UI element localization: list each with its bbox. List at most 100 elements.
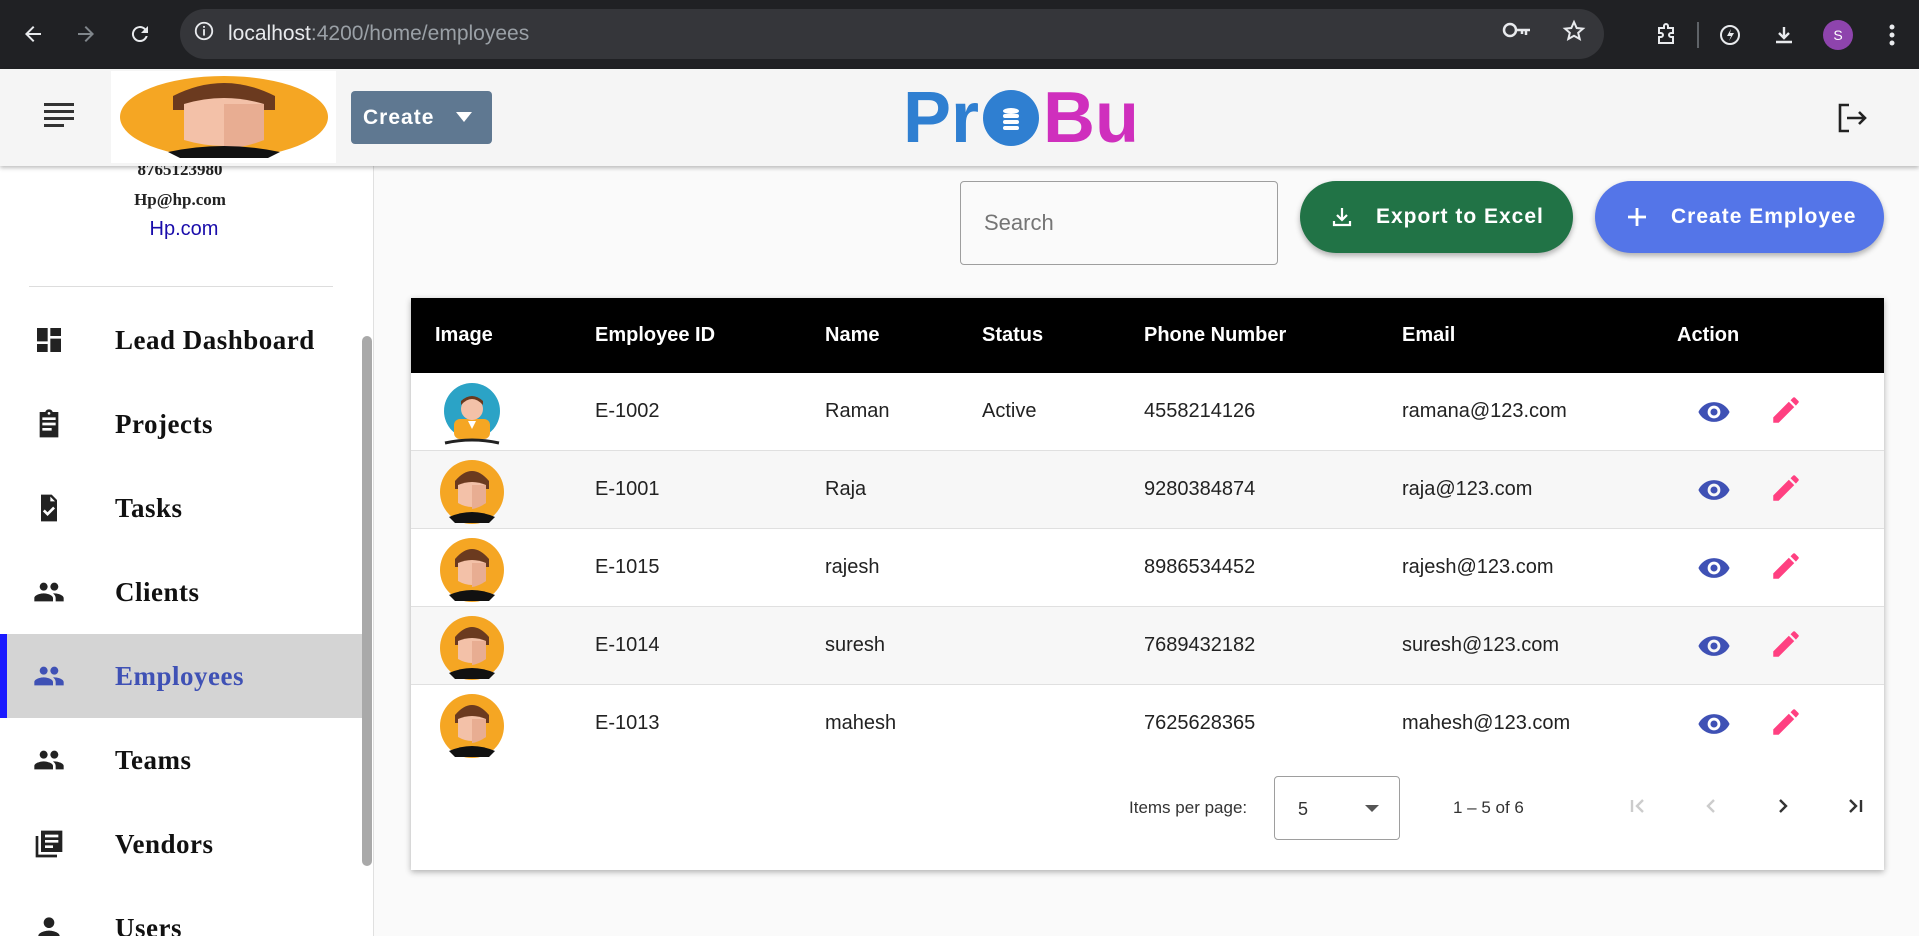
bookmark-star-icon[interactable] xyxy=(1562,19,1586,49)
employee-id: E-1013 xyxy=(595,712,660,734)
column-header-employee-id[interactable]: Employee ID xyxy=(595,324,715,347)
brand-logo: Pr Bu xyxy=(903,78,1139,158)
company-website-link[interactable]: Hp.com xyxy=(0,218,368,241)
view-eye-icon[interactable] xyxy=(1697,395,1731,429)
caret-down-icon xyxy=(1365,805,1379,812)
edit-pencil-icon[interactable] xyxy=(1769,471,1803,505)
sidebar-item-label: Vendors xyxy=(115,828,214,859)
next-page-icon[interactable] xyxy=(1763,786,1803,826)
employee-avatar xyxy=(437,459,507,525)
back-icon[interactable] xyxy=(6,7,60,61)
search-field[interactable] xyxy=(960,181,1278,265)
dashboard-icon xyxy=(33,324,65,356)
edit-pencil-icon[interactable] xyxy=(1769,549,1803,583)
table-header: Image Employee ID Name Status Phone Numb… xyxy=(411,298,1884,373)
sidebar-item-teams[interactable]: Teams xyxy=(0,718,362,802)
sidebar-item-users[interactable]: Users xyxy=(0,886,362,936)
sidebar-item-label: Lead Dashboard xyxy=(115,324,315,355)
view-eye-icon[interactable] xyxy=(1697,707,1731,741)
performance-icon[interactable] xyxy=(1703,8,1757,62)
edit-pencil-icon[interactable] xyxy=(1769,705,1803,739)
download-icon xyxy=(1330,205,1358,229)
column-header-name[interactable]: Name xyxy=(825,324,879,347)
menu-toggle-icon[interactable] xyxy=(44,103,74,133)
password-key-icon[interactable] xyxy=(1502,19,1532,49)
employee-avatar xyxy=(437,537,507,603)
extensions-icon[interactable] xyxy=(1639,8,1693,62)
items-per-page-select[interactable]: 5 xyxy=(1274,776,1400,840)
forward-icon[interactable] xyxy=(59,7,113,61)
more-options-icon[interactable] xyxy=(1865,8,1919,62)
sidebar-item-label: Users xyxy=(115,912,182,936)
sidebar-item-tasks[interactable]: Tasks xyxy=(0,466,362,550)
employee-avatar xyxy=(437,615,507,681)
sidebar-item-label: Employees xyxy=(115,660,244,691)
sidebar-scrollbar[interactable] xyxy=(362,336,372,866)
url-host: localhost xyxy=(228,22,311,45)
assignment-icon xyxy=(33,408,65,440)
export-button-label: Export to Excel xyxy=(1376,205,1544,228)
logout-icon[interactable] xyxy=(1835,101,1869,135)
column-header-action: Action xyxy=(1677,324,1740,346)
edit-pencil-icon[interactable] xyxy=(1769,393,1803,427)
browser-toolbar: localhost:4200/home/employees S xyxy=(0,0,1919,69)
employee-avatar xyxy=(437,381,507,447)
employee-email: rajesh@123.com xyxy=(1402,556,1554,578)
last-page-icon[interactable] xyxy=(1835,786,1875,826)
create-dropdown-button[interactable]: Create xyxy=(351,91,492,144)
view-eye-icon[interactable] xyxy=(1697,473,1731,507)
sidebar-item-label: Teams xyxy=(115,744,192,775)
employee-id: E-1014 xyxy=(595,634,660,656)
table-row: E-1015 rajesh 8986534452 rajesh@123.com xyxy=(411,529,1884,607)
sidebar-item-projects[interactable]: Projects xyxy=(0,382,362,466)
toolbar-separator xyxy=(1697,21,1699,48)
column-header-phone[interactable]: Phone Number xyxy=(1144,324,1286,347)
sidebar-item-label: Clients xyxy=(115,576,200,607)
column-header-status[interactable]: Status xyxy=(982,324,1043,347)
column-header-email[interactable]: Email xyxy=(1402,324,1455,347)
items-per-page-value: 5 xyxy=(1298,799,1309,819)
table-row: E-1013 mahesh 7625628365 mahesh@123.com xyxy=(411,685,1884,763)
people-icon xyxy=(33,744,65,776)
table-row: E-1001 Raja 9280384874 raja@123.com xyxy=(411,451,1884,529)
employee-id: E-1015 xyxy=(595,556,660,578)
sidebar-item-clients[interactable]: Clients xyxy=(0,550,362,634)
export-to-excel-button[interactable]: Export to Excel xyxy=(1300,181,1573,253)
address-bar[interactable]: localhost:4200/home/employees xyxy=(180,9,1604,59)
create-employee-button[interactable]: Create Employee xyxy=(1595,181,1884,253)
column-header-image[interactable]: Image xyxy=(435,324,493,347)
sidebar-item-lead-dashboard[interactable]: Lead Dashboard xyxy=(0,298,362,382)
page-range-label: 1 – 5 of 6 xyxy=(1453,798,1524,817)
view-eye-icon[interactable] xyxy=(1697,629,1731,663)
search-input[interactable] xyxy=(961,182,1277,264)
employee-phone: 8986534452 xyxy=(1144,556,1256,578)
edit-pencil-icon[interactable] xyxy=(1769,627,1803,661)
previous-page-icon[interactable] xyxy=(1691,786,1731,826)
profile-initial: S xyxy=(1823,19,1853,50)
reload-icon[interactable] xyxy=(113,7,167,61)
employee-name: Raja xyxy=(825,478,867,500)
coin-stack-icon xyxy=(983,90,1040,146)
employee-id: E-1001 xyxy=(595,478,660,500)
first-page-icon[interactable] xyxy=(1618,786,1658,826)
employee-phone: 7689432182 xyxy=(1144,634,1256,656)
employee-name: rajesh xyxy=(825,556,880,578)
sidebar-item-employees[interactable]: Employees xyxy=(0,634,362,718)
employee-email: mahesh@123.com xyxy=(1402,712,1571,734)
profile-avatar[interactable]: S xyxy=(1811,8,1865,62)
url-path: :4200/home/employees xyxy=(310,22,530,45)
employee-email: suresh@123.com xyxy=(1402,634,1560,656)
sidebar-item-label: Tasks xyxy=(115,492,183,523)
employee-email: raja@123.com xyxy=(1402,478,1533,500)
table-row: E-1014 suresh 7689432182 suresh@123.com xyxy=(411,607,1884,685)
site-info-icon[interactable] xyxy=(180,20,228,48)
employee-status: Active xyxy=(982,400,1037,422)
company-logo xyxy=(111,71,336,163)
view-eye-icon[interactable] xyxy=(1697,551,1731,585)
download-icon[interactable] xyxy=(1757,8,1811,62)
employee-phone: 7625628365 xyxy=(1144,712,1256,734)
sidebar-item-vendors[interactable]: Vendors xyxy=(0,802,362,886)
person-icon xyxy=(33,912,65,936)
app-header: Create Pr Bu xyxy=(0,69,1919,166)
sidebar: 8765123980 Hp@hp.com Hp.com Lead Dashboa… xyxy=(0,166,374,936)
